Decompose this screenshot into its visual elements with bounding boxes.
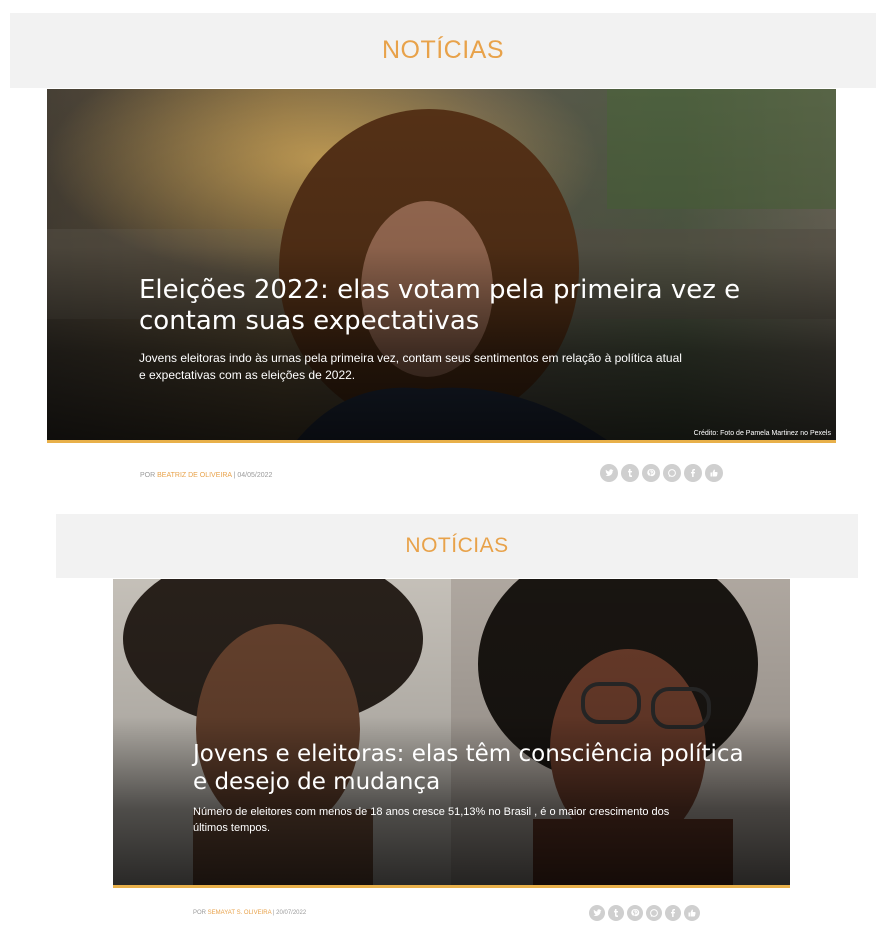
author-link[interactable]: SEMAYAT S. OLIVEIRA xyxy=(208,910,272,916)
section-header: NOTÍCIAS xyxy=(56,514,858,578)
headline-line: Eleições 2022: elas votam pela primeira … xyxy=(139,275,741,305)
summary-line: Número de eleitores com menos de 18 anos… xyxy=(193,806,670,818)
byline-prefix: POR xyxy=(140,472,158,479)
headline-line: e desejo de mudança xyxy=(193,768,441,795)
section-header: NOTÍCIAS xyxy=(10,13,876,88)
tumblr-icon[interactable] xyxy=(608,905,624,921)
byline-prefix: POR xyxy=(193,910,208,916)
article-headline[interactable]: Jovens e eleitoras: elas têm consciência… xyxy=(193,741,744,796)
section-title: NOTÍCIAS xyxy=(405,534,509,557)
pinterest-icon[interactable] xyxy=(642,464,660,482)
publish-date: | 04/05/2022 xyxy=(231,472,273,479)
summary-line: Jovens eleitoras indo às urnas pela prim… xyxy=(139,351,682,365)
article-summary: Número de eleitores com menos de 18 anos… xyxy=(193,805,669,837)
headline-line: contam suas expectativas xyxy=(139,306,480,337)
article-hero-1[interactable]: Eleições 2022: elas votam pela primeira … xyxy=(47,89,836,443)
article-summary: Jovens eleitoras indo às urnas pela prim… xyxy=(139,350,682,385)
twitter-icon[interactable] xyxy=(589,905,605,921)
thumbs-up-icon[interactable] xyxy=(684,905,700,921)
facebook-icon[interactable] xyxy=(665,905,681,921)
byline: POR SEMAYAT S. OLIVEIRA | 20/07/2022 xyxy=(193,910,306,916)
twitter-icon[interactable] xyxy=(600,464,618,482)
summary-line: e expectativas com as eleições de 2022. xyxy=(139,368,356,383)
facebook-icon[interactable] xyxy=(684,464,702,482)
whatsapp-icon[interactable] xyxy=(646,905,662,921)
thumbs-up-icon[interactable] xyxy=(705,464,723,482)
publish-date: | 20/07/2022 xyxy=(271,910,307,916)
author-link[interactable]: BEATRIZ DE OLIVEIRA xyxy=(157,472,232,479)
share-bar xyxy=(600,464,723,482)
share-bar xyxy=(589,905,700,921)
byline: POR BEATRIZ DE OLIVEIRA | 04/05/2022 xyxy=(140,472,272,479)
headline-line: Jovens e eleitoras: elas têm consciência… xyxy=(193,741,744,767)
tumblr-icon[interactable] xyxy=(621,464,639,482)
whatsapp-icon[interactable] xyxy=(663,464,681,482)
section-title: NOTÍCIAS xyxy=(381,36,505,64)
photo-credit: Crédito: Foto de Pamela Martinez no Pexe… xyxy=(693,430,831,437)
hero-overlay xyxy=(113,579,790,885)
article-headline[interactable]: Eleições 2022: elas votam pela primeira … xyxy=(139,275,740,337)
article-hero-2[interactable]: Jovens e eleitoras: elas têm consciência… xyxy=(113,579,790,888)
hero-overlay xyxy=(47,89,836,440)
pinterest-icon[interactable] xyxy=(627,905,643,921)
summary-line: últimos tempos. xyxy=(193,821,271,834)
